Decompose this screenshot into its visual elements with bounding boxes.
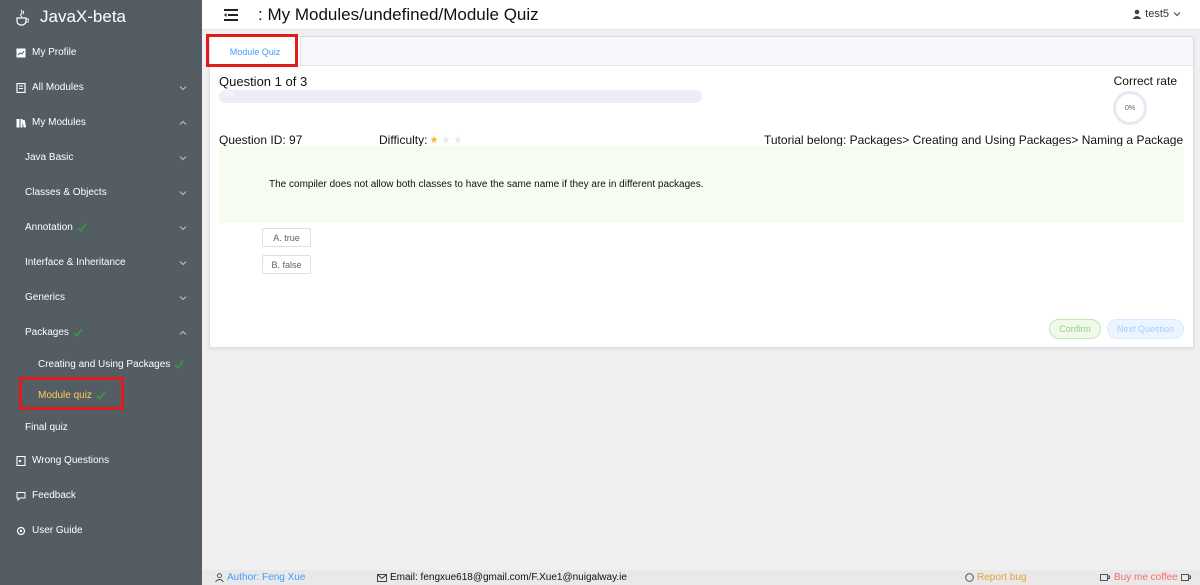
- report-text: Report bug: [977, 572, 1027, 583]
- footer-buy-coffee[interactable]: Buy me coffee: [1100, 572, 1192, 583]
- sidebar-item-label: Creating and Using Packages: [38, 359, 171, 370]
- java-cup-icon: [14, 8, 30, 26]
- sidebar-item-label: Feedback: [32, 490, 76, 501]
- quiz-card: Module Quiz Question 1 of 3 0% Correct r…: [206, 34, 1194, 348]
- difficulty: Difficulty: ★ ★ ★: [379, 133, 462, 147]
- chevron-down-icon: [179, 295, 187, 300]
- chevron-down-icon: [1173, 12, 1181, 17]
- user-menu[interactable]: test5: [1132, 8, 1182, 20]
- question-box: The compiler does not allow both classes…: [219, 146, 1184, 223]
- chevron-up-icon: [179, 120, 187, 125]
- sidebar-item-label: Packages: [25, 327, 69, 338]
- progress-bar: 0%: [219, 90, 702, 103]
- tab-bar: Module Quiz: [206, 34, 1193, 67]
- email-text: Email: fengxue618@gmail.com/F.Xue1@nuiga…: [390, 572, 627, 583]
- tutorial-belong: Tutorial belong: Packages> Creating and …: [764, 133, 1184, 147]
- chevron-up-icon: [179, 330, 187, 335]
- difficulty-stars: ★ ★ ★: [429, 135, 462, 146]
- star-icon: ★: [453, 135, 463, 147]
- chevron-down-icon: [179, 225, 187, 230]
- footer-author[interactable]: Author: Feng Xue: [215, 572, 305, 583]
- sidebar-item-classes-objects[interactable]: Classes & Objects: [0, 175, 202, 210]
- menu-collapse-icon[interactable]: [224, 9, 238, 21]
- sidebar-item-all-modules[interactable]: All Modules: [0, 70, 202, 105]
- check-icon: [73, 328, 83, 337]
- question-id: Question ID: 97: [219, 133, 303, 147]
- sidebar-item-label: Final quiz: [25, 422, 68, 433]
- author-text: Author: Feng Xue: [227, 572, 306, 583]
- settings-icon: [16, 526, 26, 536]
- sidebar-item-my-profile[interactable]: My Profile: [0, 35, 202, 70]
- coffee-text: Buy me coffee: [1114, 572, 1178, 583]
- sidebar-item-feedback[interactable]: Feedback: [0, 478, 202, 513]
- check-icon: [174, 360, 184, 369]
- username: test5: [1145, 8, 1169, 20]
- sidebar-item-wrong-questions[interactable]: Wrong Questions: [0, 443, 202, 478]
- sidebar-item-label: Classes & Objects: [25, 187, 107, 198]
- sidebar-item-label: Java Basic: [25, 152, 74, 163]
- chat-icon: [965, 573, 974, 582]
- sidebar: JavaX-beta My Profile All Modules My Mod…: [0, 0, 202, 585]
- sidebar-item-java-basic[interactable]: Java Basic: [0, 140, 202, 175]
- sidebar-item-annotation[interactable]: Annotation: [0, 210, 202, 245]
- question-counter: Question 1 of 3: [219, 74, 308, 89]
- sidebar-item-label: User Guide: [32, 525, 83, 536]
- book-icon: [16, 82, 26, 93]
- difficulty-label: Difficulty:: [379, 133, 428, 147]
- star-icon: ★: [429, 135, 439, 147]
- breadcrumb: : My Modules/undefined/Module Quiz: [258, 5, 539, 24]
- sidebar-item-packages[interactable]: Packages: [0, 315, 202, 350]
- chart-icon: [16, 48, 26, 58]
- correct-rate-value: 0%: [1124, 104, 1136, 112]
- sidebar-item-label: Wrong Questions: [32, 455, 110, 466]
- coffee-cup-icon: [1180, 574, 1191, 581]
- correct-rate-circle: 0%: [1113, 91, 1147, 125]
- sidebar-item-label: All Modules: [32, 82, 84, 93]
- option-b[interactable]: B. false: [262, 255, 311, 274]
- sidebar-item-label: Interface & Inheritance: [25, 257, 126, 268]
- document-icon: [16, 455, 26, 466]
- top-header: : My Modules/undefined/Module Quiz test5: [202, 0, 1200, 30]
- sidebar-item-label: Annotation: [25, 222, 73, 233]
- chat-icon: [16, 491, 26, 501]
- chevron-down-icon: [179, 155, 187, 160]
- correct-rate-label: Correct rate: [1113, 74, 1177, 88]
- footer: Author: Feng Xue Email: fengxue618@gmail…: [202, 570, 1200, 585]
- email-icon: [377, 573, 387, 582]
- sidebar-item-user-guide[interactable]: User Guide: [0, 513, 202, 548]
- star-icon: ★: [441, 135, 451, 147]
- user-icon: [215, 573, 224, 582]
- chevron-down-icon: [179, 260, 187, 265]
- chevron-down-icon: [179, 85, 187, 90]
- sidebar-item-label: My Modules: [32, 117, 86, 128]
- sidebar-item-generics[interactable]: Generics: [0, 280, 202, 315]
- check-icon: [77, 223, 87, 232]
- brand[interactable]: JavaX-beta: [0, 0, 202, 34]
- app-title: JavaX-beta: [40, 7, 126, 26]
- sidebar-item-my-modules[interactable]: My Modules: [0, 105, 202, 140]
- progress-text: 0%: [225, 92, 234, 98]
- user-icon: [1132, 9, 1142, 19]
- footer-email: Email: fengxue618@gmail.com/F.Xue1@nuiga…: [377, 572, 627, 583]
- chevron-down-icon: [179, 190, 187, 195]
- option-a[interactable]: A. true: [262, 228, 311, 247]
- sidebar-item-final-quiz[interactable]: Final quiz: [0, 410, 202, 445]
- sidebar-item-label: My Profile: [32, 47, 77, 58]
- coffee-cup-icon: [1100, 574, 1110, 581]
- sidebar-item-interface-inheritance[interactable]: Interface & Inheritance: [0, 245, 202, 280]
- question-text: The compiler does not allow both classes…: [269, 179, 704, 190]
- confirm-button[interactable]: Confirm: [1049, 319, 1101, 339]
- highlight-box: [19, 377, 124, 410]
- footer-report-bug[interactable]: Report bug: [965, 572, 1026, 583]
- books-icon: [16, 118, 26, 128]
- next-question-button[interactable]: Next Question: [1107, 319, 1184, 339]
- highlight-box: [206, 34, 298, 67]
- sidebar-item-label: Generics: [25, 292, 66, 303]
